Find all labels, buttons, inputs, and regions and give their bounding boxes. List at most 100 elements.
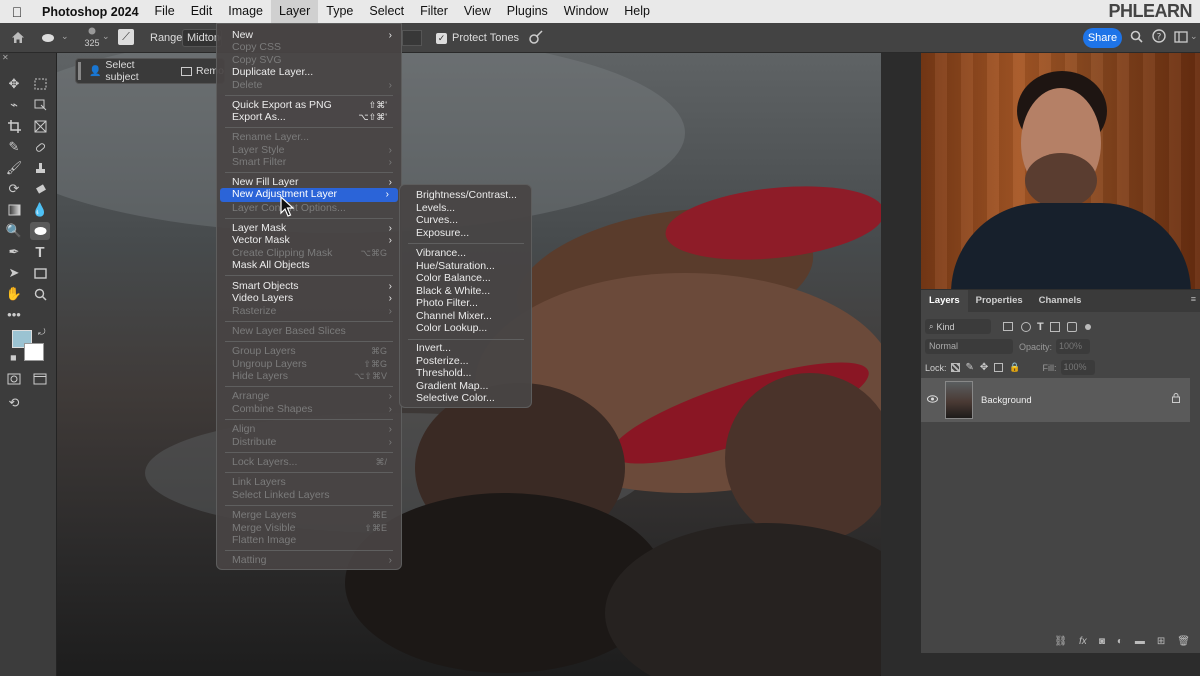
submenu-item-color-lookup[interactable]: Color Lookup... [400,322,531,335]
menu-select[interactable]: Select [361,0,412,23]
menu-help[interactable]: Help [616,0,658,23]
tab-properties[interactable]: Properties [968,290,1031,312]
fill-field[interactable]: 100% [1060,360,1095,375]
submenu-item-invert[interactable]: Invert... [400,342,531,355]
menu-plugins[interactable]: Plugins [499,0,556,23]
screen-mode-icon[interactable] [30,370,50,388]
marquee-tool-icon[interactable] [30,75,50,93]
menu-type[interactable]: Type [318,0,361,23]
workspace-icon[interactable] [1171,28,1191,48]
panel-menu-icon[interactable]: ≡ [1191,294,1196,304]
new-group-icon[interactable]: ▬ [1135,636,1145,647]
menu-filter[interactable]: Filter [412,0,456,23]
rectangle-tool-icon[interactable] [30,264,50,282]
lock-position-icon[interactable]: ✥ [980,362,988,373]
share-button[interactable]: Share [1083,28,1122,48]
delete-layer-icon[interactable]: 🗑 [1177,636,1190,647]
lock-pixels-icon[interactable]: ✎ [966,362,974,373]
quick-select-tool-icon[interactable]: ⌁ [4,96,24,114]
menu-layer[interactable]: Layer [271,0,319,23]
filter-pixel-icon[interactable] [1003,322,1013,331]
quick-mask-icon[interactable] [4,370,24,388]
menu-item-export-as[interactable]: Export As... ⌥⇧⌘' [217,111,401,124]
apple-icon[interactable]:  [0,4,34,20]
menu-view[interactable]: View [456,0,499,23]
help-icon[interactable]: ? [1149,28,1169,48]
swap-colors-icon[interactable]: ⤾ [38,327,46,338]
submenu-item-exposure[interactable]: Exposure... [400,227,531,240]
pen-tool-icon[interactable]: ✒ [4,243,24,261]
blur-tool-icon[interactable]: 💧 [30,201,50,219]
filter-type-icon[interactable]: T [1037,321,1044,333]
zoom-tool-icon[interactable] [30,285,50,303]
submenu-item-color-balance[interactable]: Color Balance... [400,272,531,285]
chevron-down-icon[interactable]: ⌄ [1190,31,1198,42]
object-select-tool-icon[interactable] [30,96,50,114]
brush-settings-icon[interactable]: ⟋ [118,29,134,45]
kind-filter-select[interactable]: ⌕ Kind [925,319,991,334]
drag-handle[interactable] [78,62,81,80]
collapse-icon[interactable]: ✕ [2,53,9,62]
airbrush-icon[interactable] [528,29,546,47]
search-icon[interactable] [1126,28,1146,48]
tab-channels[interactable]: Channels [1031,290,1090,312]
submenu-item-threshold[interactable]: Threshold... [400,367,531,380]
stamp-tool-icon[interactable] [30,159,50,177]
history-brush-tool-icon[interactable]: ⟳ [4,180,24,198]
opacity-field[interactable]: 100% [1056,339,1091,354]
protect-tones-toggle[interactable]: ✓ Protect Tones [436,32,519,44]
menu-item-vector-mask[interactable]: Vector Mask › [217,234,401,247]
menu-item-duplicate-layer[interactable]: Duplicate Layer... [217,66,401,79]
eraser-tool-icon[interactable] [30,180,50,198]
gradient-tool-icon[interactable] [4,201,24,219]
menu-edit[interactable]: Edit [183,0,221,23]
brush-tool-icon[interactable]: 🖌 [4,159,24,177]
menu-window[interactable]: Window [556,0,616,23]
sponge-tool-icon[interactable] [30,222,50,240]
chevron-down-icon[interactable]: ⌄ [102,31,110,42]
exposure-field[interactable] [402,30,422,46]
tab-layers[interactable]: Layers [921,290,968,312]
submenu-item-selective-color[interactable]: Selective Color... [400,392,531,405]
menu-item-mask-all-objects[interactable]: Mask All Objects [217,259,401,272]
dodge-tool-icon[interactable]: 🔍 [4,222,24,240]
filter-shape-icon[interactable] [1049,321,1060,332]
layer-name[interactable]: Background [981,395,1032,406]
menu-item-video-layers[interactable]: Video Layers › [217,292,401,305]
hand-tool-icon[interactable]: ✋ [4,285,24,303]
type-tool-icon[interactable]: T [30,243,50,261]
protect-tones-checkbox[interactable]: ✓ [436,32,447,44]
submenu-item-vibrance[interactable]: Vibrance... [400,247,531,260]
background-color-swatch[interactable] [24,343,44,361]
menu-item-new-adjustment-layer[interactable]: New Adjustment Layer › [220,188,398,202]
lock-transparent-icon[interactable] [950,363,960,372]
select-subject-button[interactable]: 👤 Select subject [89,59,169,83]
menu-image[interactable]: Image [220,0,271,23]
blend-mode-select[interactable]: Normal [925,339,1013,354]
filter-toggle-icon[interactable] [1084,323,1091,330]
filter-adjustment-icon[interactable] [1021,321,1031,332]
filter-smart-object-icon[interactable] [1066,321,1077,332]
lock-all-icon[interactable]: 🔒 [1009,362,1020,373]
more-tools-icon[interactable]: ••• [4,305,24,323]
default-colors-icon[interactable]: ◼ [10,353,17,362]
submenu-item-brightness-contrast[interactable]: Brightness/Contrast... [400,189,531,202]
eyedropper-tool-icon[interactable]: ✎ [4,138,24,156]
frame-tool-icon[interactable] [30,117,50,135]
layer-row-background[interactable]: Background [921,378,1190,422]
submenu-item-photo-filter[interactable]: Photo Filter... [400,297,531,310]
visibility-eye-icon[interactable] [921,395,943,405]
crop-tool-icon[interactable] [4,117,24,135]
path-select-tool-icon[interactable]: ➤ [4,264,24,282]
lock-artboard-icon[interactable] [994,363,1004,372]
add-mask-icon[interactable]: ◙ [1099,636,1105,647]
link-layers-icon[interactable]: ⛓ [1054,636,1067,647]
new-layer-icon[interactable]: ⊞ [1157,636,1165,647]
sponge-tool-icon[interactable] [40,30,56,46]
home-icon[interactable] [0,23,36,53]
app-menu[interactable]: Photoshop 2024 [34,5,147,19]
adjustment-layer-icon[interactable]: ◐ [1117,636,1123,647]
move-tool-icon[interactable]: ✥ [4,75,24,93]
fx-icon[interactable]: fx [1079,636,1087,647]
healing-brush-tool-icon[interactable] [30,138,50,156]
